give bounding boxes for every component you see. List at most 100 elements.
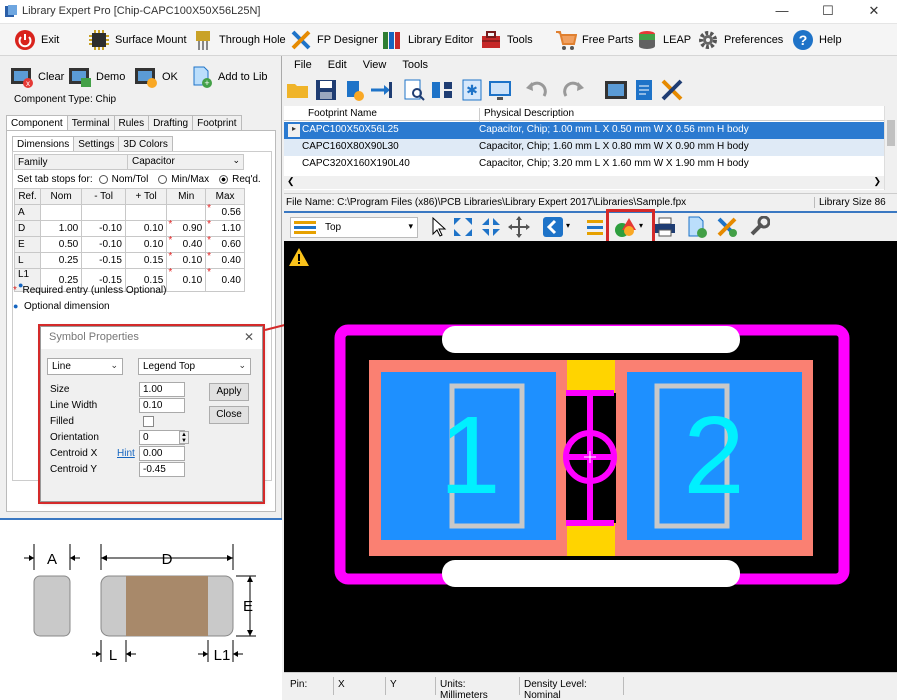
tab-rules[interactable]: Rules: [113, 115, 150, 131]
fp-designer-button[interactable]: FP Designer: [290, 27, 378, 53]
menu-edit[interactable]: Edit: [328, 59, 347, 71]
chip-view-icon[interactable]: [604, 78, 628, 102]
chevron-down-icon[interactable]: ▾: [566, 221, 570, 230]
menu-view[interactable]: View: [363, 59, 387, 71]
tab-terminal[interactable]: Terminal: [66, 115, 115, 131]
scroll-right-icon[interactable]: ❯: [873, 176, 881, 187]
menu-tools[interactable]: Tools: [402, 59, 428, 71]
undo-icon[interactable]: [524, 78, 548, 102]
open-folder-icon[interactable]: [286, 78, 310, 102]
save-icon[interactable]: [314, 78, 338, 102]
file-info-bar: File Name: C:\Program Files (x86)\PCB Li…: [284, 193, 897, 211]
through-hole-button[interactable]: Through Hole: [192, 27, 286, 53]
library-toolbar: ✱: [284, 74, 897, 106]
settings-tools-icon[interactable]: [660, 78, 684, 102]
chip-body: [126, 576, 208, 636]
family-select[interactable]: Capacitor ⌄: [127, 155, 244, 169]
zoom-fit-icon[interactable]: [452, 216, 474, 241]
radio-min-max[interactable]: [158, 175, 168, 184]
dimensions-table: Ref. Nom - Tol + Tol Min Max A * 0.56 D 1…: [14, 188, 245, 292]
maximize-button[interactable]: ☐: [805, 0, 851, 24]
size-input[interactable]: 1.00: [139, 382, 185, 397]
required-marker: *: [207, 267, 212, 278]
tools-button[interactable]: Tools: [480, 27, 533, 53]
chevron-down-icon: ⌄: [238, 360, 246, 370]
monitor-icon[interactable]: [488, 78, 512, 102]
tab-footprint[interactable]: Footprint: [192, 115, 242, 131]
table-row[interactable]: CAPC320X160X190L40 Capacitor, Chip; 3.20 …: [284, 156, 884, 173]
status-x: X: [334, 677, 386, 695]
wrench-icon[interactable]: [748, 215, 771, 241]
clear-button[interactable]: x Clear: [10, 62, 64, 92]
close-icon[interactable]: ✕: [244, 330, 254, 344]
chip-edit-icon[interactable]: [342, 78, 366, 102]
menu-file[interactable]: File: [294, 59, 312, 71]
delete-tools-icon[interactable]: [716, 216, 738, 241]
redo-icon[interactable]: [562, 78, 586, 102]
library-editor-button[interactable]: Library Editor: [381, 27, 473, 53]
report-icon[interactable]: [632, 78, 656, 102]
minimize-button[interactable]: —: [759, 0, 805, 24]
svg-text:?: ?: [799, 32, 808, 48]
tab-stops-row: Set tab stops for: Nom/Tol Min/Max Req'd…: [17, 174, 261, 185]
leap-button[interactable]: LEAP: [636, 27, 691, 53]
radio-nom-tol[interactable]: [98, 175, 108, 184]
help-button[interactable]: ? Help: [792, 27, 842, 53]
tab-component[interactable]: Component: [6, 115, 68, 131]
layer-select[interactable]: Top ▾: [290, 217, 418, 238]
filled-checkbox[interactable]: [143, 416, 154, 427]
required-marker: *: [207, 251, 212, 262]
shape-select[interactable]: Line ⌄: [47, 358, 123, 375]
table-row[interactable]: CAPC160X80X90L30 Capacitor, Chip; 1.60 mm…: [284, 139, 884, 156]
vertical-scrollbar[interactable]: [884, 106, 897, 190]
table-row-selected[interactable]: ▸ CAPC100X50X56L25 Capacitor, Chip; 1.00 …: [284, 122, 884, 139]
required-marker: *: [168, 219, 173, 230]
exit-button[interactable]: Exit: [14, 27, 59, 53]
centroid-x-input[interactable]: 0.00: [139, 446, 185, 461]
chip-dimension-diagram: A D E L L1: [24, 544, 256, 664]
add-footprint-icon[interactable]: [686, 216, 708, 241]
centroid-y-input[interactable]: -0.45: [139, 462, 185, 477]
line-width-input[interactable]: 0.10: [139, 398, 185, 413]
scroll-left-icon[interactable]: ❮: [287, 176, 295, 187]
zoom-in-icon[interactable]: [480, 216, 502, 241]
ok-button[interactable]: OK: [134, 62, 178, 92]
dimension-icon[interactable]: [584, 216, 606, 241]
align-icon[interactable]: [430, 78, 454, 102]
required-marker: *: [168, 235, 173, 246]
close-dialog-button[interactable]: Close: [209, 406, 249, 424]
surface-mount-button[interactable]: Surface Mount: [88, 27, 187, 53]
orientation-spinner[interactable]: ▲ ▼: [179, 431, 189, 444]
demo-button[interactable]: Demo: [68, 62, 125, 92]
free-parts-button[interactable]: Free Parts: [555, 27, 633, 53]
silkscreen-top: [442, 326, 740, 353]
pointer-icon[interactable]: [428, 216, 450, 241]
radio-reqd[interactable]: [219, 175, 229, 184]
print-icon[interactable]: [654, 216, 676, 241]
preview-icon[interactable]: [402, 78, 426, 102]
col-footprint-name: Footprint Name: [308, 108, 377, 119]
tab-3d-colors[interactable]: 3D Colors: [118, 136, 173, 152]
preferences-button[interactable]: Preferences: [697, 27, 783, 53]
add-to-lib-button[interactable]: + Add to Lib: [190, 62, 268, 92]
dimension-subtabs: Dimensions Settings 3D Colors: [12, 136, 173, 152]
tab-dimensions[interactable]: Dimensions: [12, 136, 75, 152]
svg-text:✱: ✱: [466, 83, 478, 99]
orientation-row: Orientation 0 ▲ ▼: [47, 430, 189, 446]
hint-link[interactable]: Hint: [117, 448, 135, 459]
back-icon[interactable]: [542, 216, 564, 241]
symbol-shapes-icon[interactable]: [614, 216, 638, 241]
chevron-down-icon[interactable]: ▾: [639, 221, 643, 230]
tab-drafting[interactable]: Drafting: [148, 115, 194, 131]
col-minus-tol: - Tol: [81, 188, 126, 205]
horizontal-scrollbar[interactable]: ❮ ❯: [284, 176, 884, 189]
snowflake-icon[interactable]: ✱: [460, 78, 484, 102]
layer-select[interactable]: Legend Top ⌄: [138, 358, 251, 375]
pan-icon[interactable]: [508, 216, 530, 241]
tab-settings[interactable]: Settings: [73, 136, 120, 152]
footprint-canvas[interactable]: 1 2: [284, 241, 897, 672]
apply-button[interactable]: Apply: [209, 383, 249, 401]
import-icon[interactable]: [370, 78, 394, 102]
close-button[interactable]: ✕: [851, 0, 897, 24]
title-bar: Library Expert Pro [Chip-CAPC100X50X56L2…: [0, 0, 897, 24]
